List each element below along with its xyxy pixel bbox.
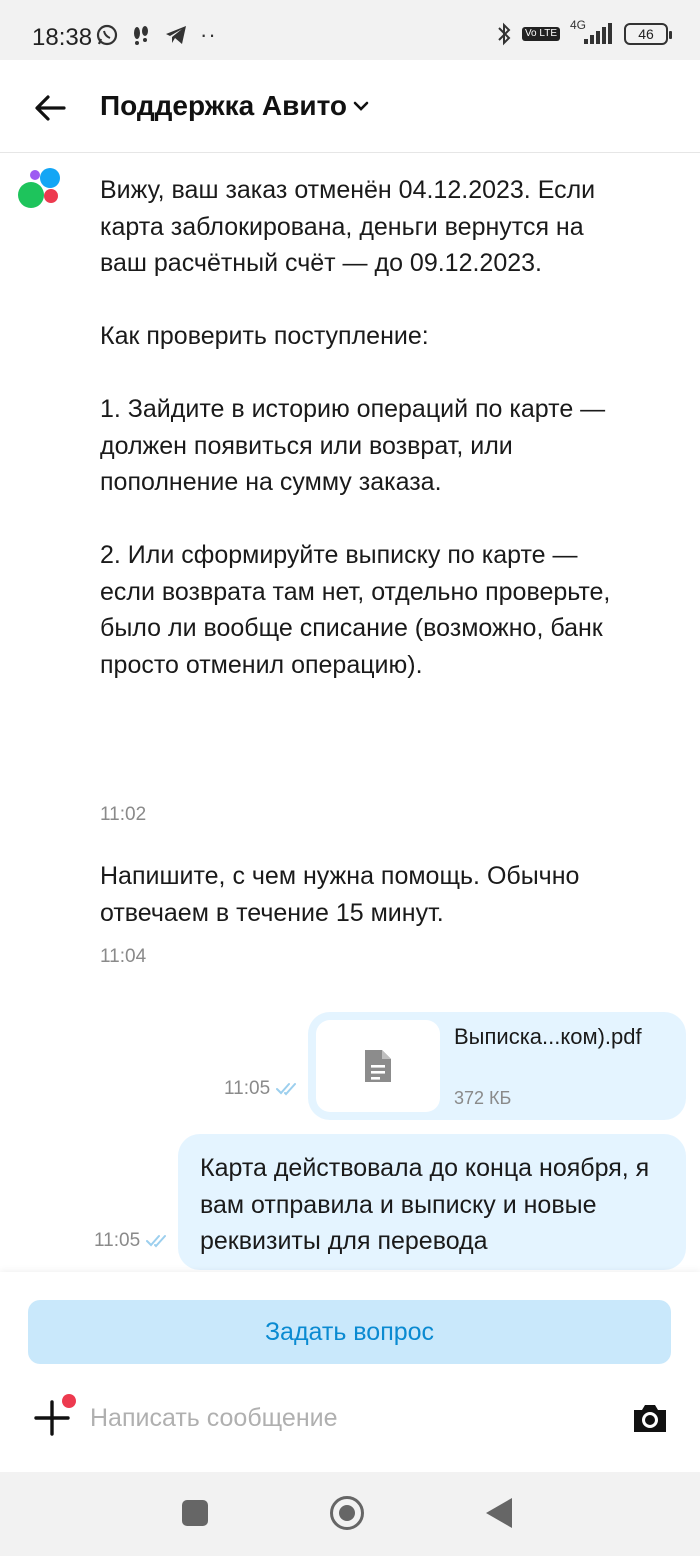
file-message-status: 11:05 (224, 1078, 300, 1100)
file-size: 372 КБ (454, 1088, 512, 1108)
incoming-message: Напишите, с чем нужна помощь. Обычно отв… (100, 862, 587, 927)
recent-apps-icon[interactable] (182, 1500, 208, 1526)
double-check-icon (276, 1083, 297, 1096)
bluetooth-icon (498, 22, 511, 46)
composer-panel: Задать вопрос (0, 1272, 700, 1472)
file-attachment-bubble[interactable]: Выписка...ком).pdf 372 КБ (308, 1012, 686, 1120)
back-arrow-icon (35, 95, 66, 121)
text-message-status: 11:05 (94, 1230, 170, 1252)
volte-icon: Vo LTE (521, 27, 560, 41)
battery-icon: 46 (624, 23, 672, 45)
incoming-message: Вижу, ваш заказ отменён 04.12.2023. Если… (100, 176, 611, 679)
outgoing-message-bubble: Карта действовала до конца ноября, я вам… (178, 1134, 686, 1270)
notification-icon (134, 26, 148, 45)
message-time: 11:05 (224, 1078, 271, 1099)
chat-title-dropdown[interactable]: Поддержка Авито (100, 90, 369, 122)
telegram-icon (166, 26, 186, 44)
outgoing-message: Карта действовала до конца ноября, я вам… (200, 1154, 657, 1255)
signal-icon: 4G (570, 18, 614, 46)
message-time: 11:02 (100, 804, 147, 825)
ask-question-button[interactable]: Задать вопрос (28, 1300, 671, 1364)
status-bar: 18:38 ·· Vo LTE 4G 46 (0, 0, 700, 60)
whatsapp-icon (96, 24, 118, 46)
avito-logo-avatar (16, 168, 64, 208)
document-icon (365, 1050, 391, 1082)
file-thumbnail (316, 1020, 440, 1112)
status-time: 18:38 (32, 24, 93, 51)
message-time: 11:05 (94, 1230, 141, 1251)
camera-icon[interactable] (630, 1398, 670, 1438)
double-check-icon (146, 1235, 167, 1248)
chevron-down-icon (353, 101, 369, 111)
message-time: 11:04 (100, 946, 147, 967)
status-icons-left: ·· (96, 22, 217, 48)
more-dots-icon: ·· (200, 22, 217, 47)
file-name: Выписка...ком).pdf (454, 1024, 642, 1049)
message-input[interactable] (90, 1400, 590, 1436)
notification-dot (62, 1394, 76, 1408)
status-icons-right: Vo LTE 4G 46 (496, 18, 672, 46)
chat-title: Поддержка Авито (100, 90, 348, 121)
app-bar: Поддержка Авито (0, 60, 700, 153)
back-button[interactable] (30, 88, 70, 128)
home-icon[interactable] (330, 1496, 364, 1530)
back-triangle-icon[interactable] (486, 1498, 512, 1528)
system-navigation-bar (0, 1472, 700, 1556)
